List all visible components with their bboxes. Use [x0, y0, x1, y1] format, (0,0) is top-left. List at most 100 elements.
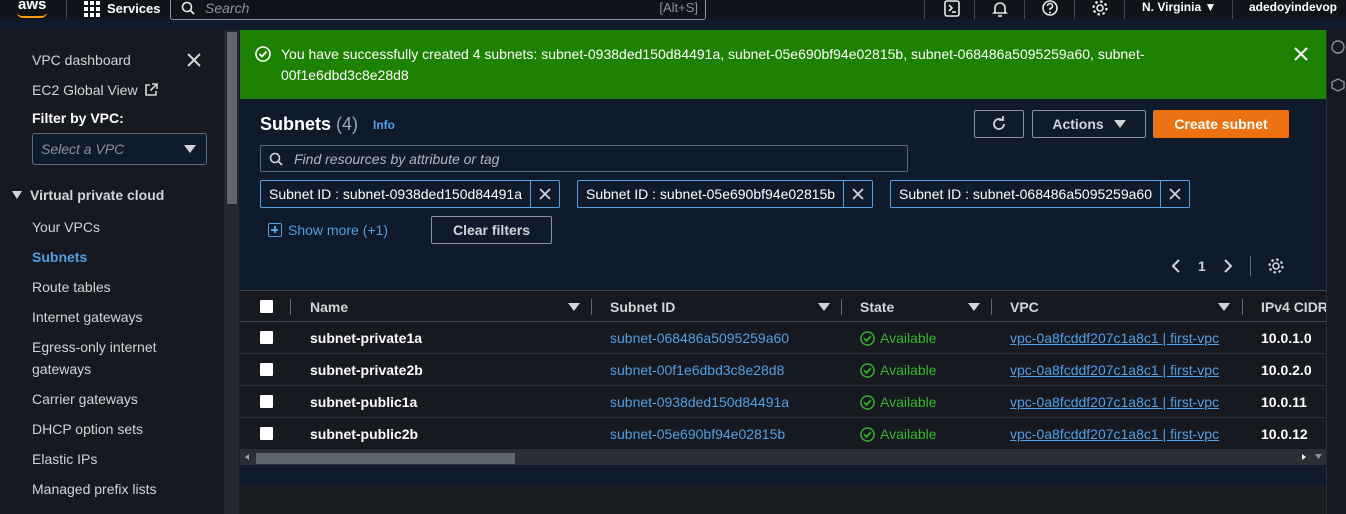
sidebar-item-egress-only-internet-gateways[interactable]: Egress-only internet	[32, 339, 157, 355]
create-subnet-button[interactable]: Create subnet	[1153, 110, 1289, 138]
close-icon	[539, 188, 551, 200]
column-header-vpc[interactable]: VPC	[1010, 299, 1039, 315]
sort-icon[interactable]	[1218, 303, 1230, 311]
status-available-icon	[860, 362, 875, 378]
filter-token: Subnet ID : subnet-05e690bf94e02815b	[577, 180, 874, 208]
subnet-id-link[interactable]: subnet-0938ded150d84491a	[610, 394, 789, 410]
gear-icon[interactable]	[1267, 257, 1285, 275]
info-link[interactable]: Info	[373, 118, 395, 132]
chevron-left-icon[interactable]	[1170, 258, 1182, 274]
clear-filters-button[interactable]: Clear filters	[431, 216, 552, 244]
chevron-right-icon[interactable]	[1222, 258, 1234, 274]
dismiss-icon[interactable]	[1293, 46, 1309, 62]
region-label: N. Virginia	[1142, 0, 1202, 14]
sidebar-item-route-tables[interactable]: Route tables	[32, 279, 111, 295]
ipv4-cidr: 10.0.1.0	[1261, 330, 1312, 346]
filter-token-label: Subnet ID : subnet-05e690bf94e02815b	[578, 181, 845, 207]
cloudshell-icon[interactable]	[943, 0, 961, 18]
search-icon	[269, 152, 283, 166]
remove-filter-button[interactable]	[531, 181, 559, 207]
sidebar-item-your-vpcs[interactable]: Your VPCs	[32, 219, 100, 235]
help-panel-icon[interactable]	[1331, 78, 1345, 92]
sidebar-item-ec2-global-view[interactable]: EC2 Global View	[32, 82, 158, 98]
sort-icon[interactable]	[568, 303, 580, 311]
services-menu-button[interactable]: Services	[84, 0, 161, 17]
table-row[interactable]: subnet-public1a subnet-0938ded150d84491a…	[240, 386, 1326, 418]
close-icon	[1169, 188, 1181, 200]
sidebar-item-internet-gateways[interactable]: Internet gateways	[32, 309, 143, 325]
remove-filter-button[interactable]	[844, 181, 872, 207]
status-text: Available	[880, 362, 937, 378]
sidebar-item-egress-only-internet-gateways-line2[interactable]: gateways	[32, 361, 91, 377]
scroll-left-arrow[interactable]	[245, 454, 249, 460]
subnets-table: Name Subnet ID State VPC IPv4 CIDR subne…	[240, 290, 1326, 450]
table-row[interactable]: subnet-private2b subnet-00f1e6dbd3c8e28d…	[240, 354, 1326, 386]
show-more-filters-link[interactable]: Show more (+1)	[268, 222, 388, 238]
help-icon[interactable]	[1041, 0, 1059, 18]
ipv4-cidr: 10.0.11	[1261, 394, 1307, 410]
row-checkbox[interactable]	[260, 395, 273, 408]
sort-icon[interactable]	[818, 303, 830, 311]
show-more-label: Show more (+1)	[288, 222, 388, 238]
vpc-link[interactable]: vpc-0a8fcddf207c1a8c1 | first-vpc	[1010, 426, 1219, 442]
caret-down-icon	[184, 145, 196, 153]
filter-token: Subnet ID : subnet-0938ded150d84491a	[260, 180, 560, 208]
sidebar-scrollbar[interactable]	[224, 30, 239, 514]
right-utility-panel	[1326, 30, 1346, 514]
filter-by-vpc-label: Filter by VPC:	[32, 110, 124, 126]
caret-down-icon	[1113, 120, 1126, 128]
scrollbar-thumb[interactable]	[227, 32, 237, 204]
bell-icon[interactable]	[991, 0, 1009, 18]
filter-token-label: Subnet ID : subnet-068486a5095259a60	[891, 181, 1161, 207]
remove-filter-button[interactable]	[1161, 181, 1189, 207]
sidebar-item-vpc-dashboard[interactable]: VPC dashboard	[32, 52, 131, 68]
subnet-id-link[interactable]: subnet-05e690bf94e02815b	[610, 426, 785, 442]
select-all-checkbox[interactable]	[260, 300, 273, 313]
vpc-link[interactable]: vpc-0a8fcddf207c1a8c1 | first-vpc	[1010, 330, 1219, 346]
grid-icon	[84, 0, 100, 17]
subnet-name: subnet-private1a	[310, 330, 423, 346]
row-checkbox[interactable]	[260, 363, 273, 376]
table-horizontal-scrollbar[interactable]	[240, 450, 1326, 465]
main-content: You have successfully created 4 subnets:…	[240, 30, 1326, 514]
sidebar-item-dhcp-option-sets[interactable]: DHCP option sets	[32, 421, 143, 437]
vpc-link[interactable]: vpc-0a8fcddf207c1a8c1 | first-vpc	[1010, 362, 1219, 378]
vpc-link[interactable]: vpc-0a8fcddf207c1a8c1 | first-vpc	[1010, 394, 1219, 410]
scroll-down-arrow[interactable]	[1311, 449, 1326, 464]
section-virtual-private-cloud[interactable]: Virtual private cloud	[12, 187, 164, 203]
row-checkbox[interactable]	[260, 427, 273, 440]
column-header-state[interactable]: State	[860, 299, 894, 315]
subnet-id-link[interactable]: subnet-00f1e6dbd3c8e28d8	[610, 362, 784, 378]
sidebar-item-carrier-gateways[interactable]: Carrier gateways	[32, 391, 138, 407]
actions-button[interactable]: Actions	[1032, 110, 1146, 138]
gear-icon[interactable]	[1091, 0, 1109, 18]
close-icon[interactable]	[185, 51, 203, 69]
scroll-right-arrow[interactable]	[1302, 454, 1306, 460]
nav-divider	[1074, 0, 1075, 19]
column-header-name[interactable]: Name	[310, 299, 348, 315]
info-panel-icon[interactable]	[1331, 40, 1345, 54]
current-page[interactable]: 1	[1198, 258, 1206, 274]
subnet-id-link[interactable]: subnet-068486a5095259a60	[610, 330, 789, 346]
column-header-ipv4-cidr[interactable]: IPv4 CIDR	[1261, 299, 1326, 315]
table-row[interactable]: subnet-private1a subnet-068486a5095259a6…	[240, 322, 1326, 354]
nav-divider	[1124, 0, 1125, 19]
region-selector[interactable]: N. Virginia ▼	[1142, 0, 1216, 14]
sidebar-item-subnets[interactable]: Subnets	[32, 249, 87, 265]
top-navigation: aws Services Search [Alt+S] N. Virginia …	[0, 0, 1346, 20]
column-divider	[591, 299, 592, 315]
table-row[interactable]: subnet-public2b subnet-05e690bf94e02815b…	[240, 418, 1326, 450]
account-menu[interactable]: adedoyindevop	[1249, 0, 1337, 14]
scrollbar-thumb[interactable]	[256, 453, 515, 464]
sidebar-item-elastic-ips[interactable]: Elastic IPs	[32, 451, 97, 467]
sidebar-item-managed-prefix-lists[interactable]: Managed prefix lists	[32, 481, 157, 497]
vpc-filter-select[interactable]: Select a VPC	[32, 133, 207, 165]
sort-icon[interactable]	[968, 303, 980, 311]
refresh-button[interactable]	[974, 110, 1024, 138]
resource-filter-input[interactable]: Find resources by attribute or tag	[260, 145, 908, 172]
global-search-input[interactable]: Search [Alt+S]	[170, 0, 706, 20]
filter-placeholder: Find resources by attribute or tag	[294, 151, 500, 167]
row-checkbox[interactable]	[260, 331, 273, 344]
ipv4-cidr: 10.0.2.0	[1261, 362, 1312, 378]
column-header-subnet-id[interactable]: Subnet ID	[610, 299, 675, 315]
